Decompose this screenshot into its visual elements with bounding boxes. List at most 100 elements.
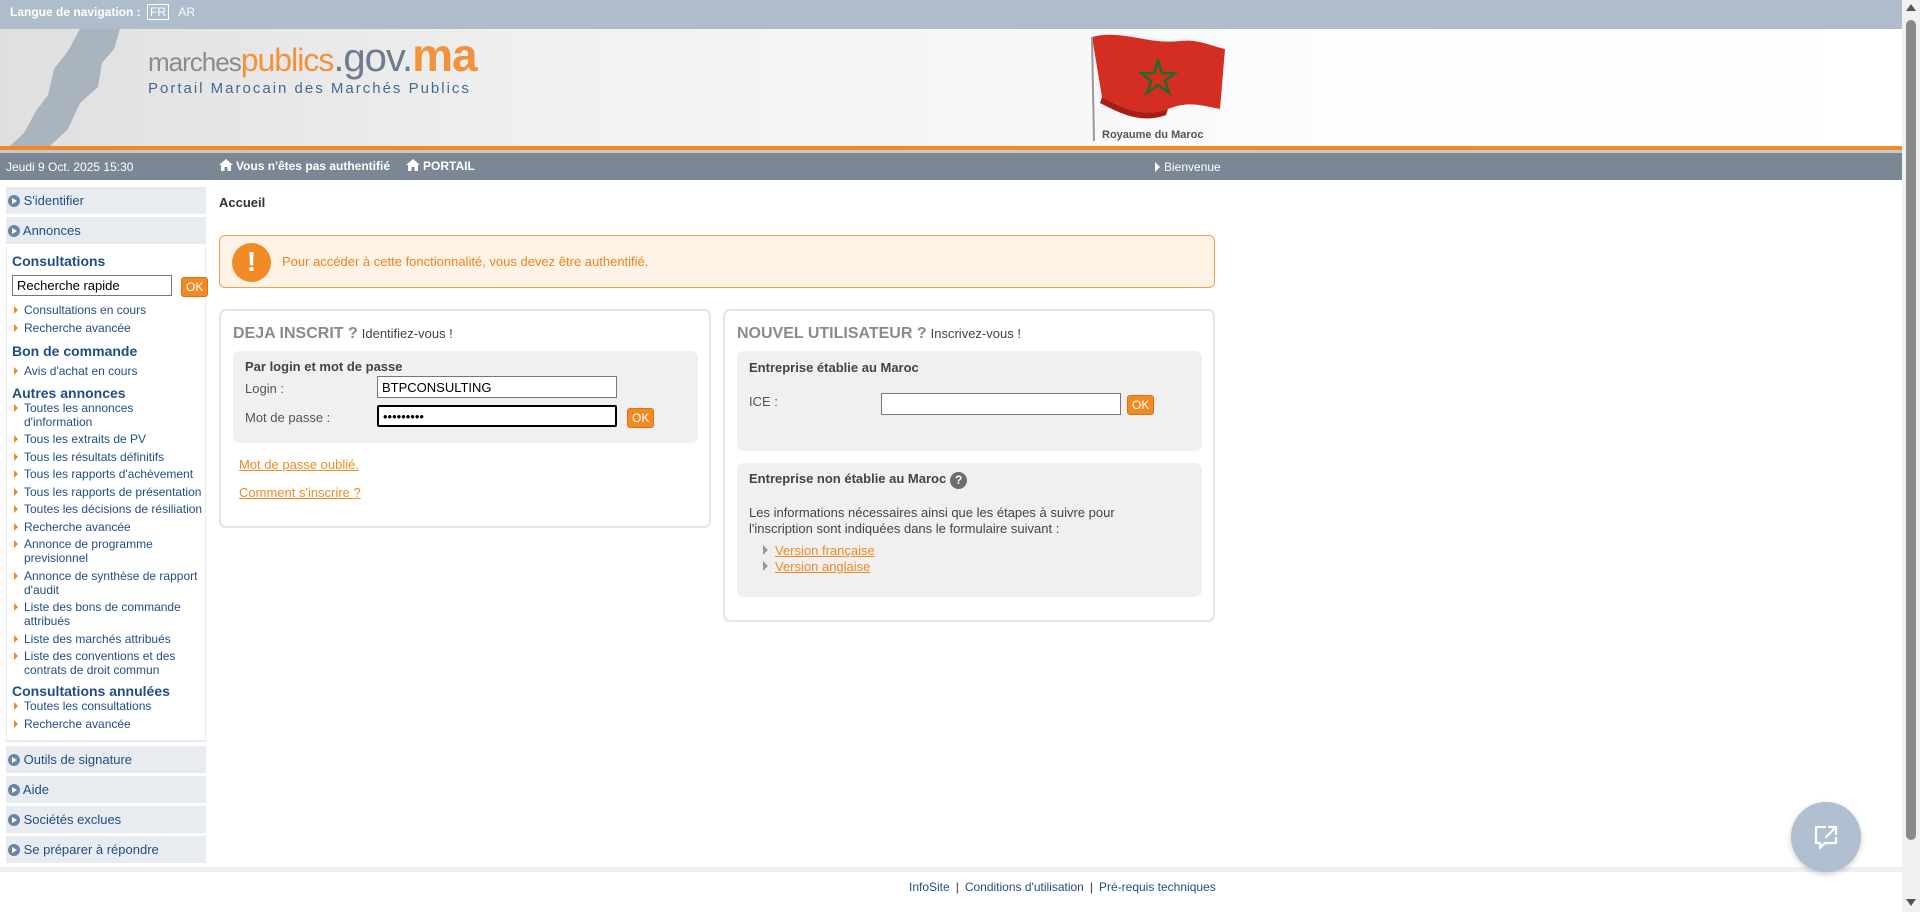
register-box: NOUVEL UTILISATEUR ? Inscrivez-vous ! Ent…	[723, 309, 1215, 622]
bon-de-commande-heading: Bon de commande	[12, 342, 138, 359]
maroc-registration-section: Entreprise établie au Maroc ICE : OK	[737, 351, 1202, 451]
sidebar-link[interactable]: Liste des conventions et des contrats de…	[12, 649, 177, 677]
consultations-heading: Consultations	[12, 253, 106, 269]
arrow-circle-icon	[8, 844, 20, 856]
sidebar-link[interactable]: Toutes les annonces d'information	[12, 401, 205, 429]
ice-ok-button[interactable]: OK	[1127, 395, 1155, 415]
morocco-map-icon	[10, 29, 120, 146]
quick-search-ok-button[interactable]: OK	[181, 277, 209, 297]
footer-infosite-link[interactable]: InfoSite	[909, 880, 950, 894]
sidebar-item-annonces[interactable]: Annonces	[6, 217, 206, 244]
register-box-title: NOUVEL UTILISATEUR ? Inscrivez-vous !	[737, 325, 1021, 343]
triangle-right-icon	[763, 545, 768, 555]
non-maroc-registration-section: Entreprise non établie au Maroc? Les inf…	[737, 463, 1202, 597]
sidebar: S'identifier Annonces Consultations OK C…	[6, 187, 209, 866]
page-scrollbar[interactable]	[1902, 0, 1920, 912]
arrow-circle-icon	[8, 754, 20, 766]
scroll-up-icon[interactable]	[1906, 4, 1916, 11]
triangle-right-icon	[763, 561, 768, 571]
bienvenue-text: Bienvenue	[1164, 160, 1221, 174]
logo-publics-text: publics	[240, 42, 335, 78]
sidebar-link[interactable]: Recherche avancée	[12, 520, 205, 534]
login-title: DEJA INSCRIT ?	[233, 325, 358, 342]
lang-fr-link[interactable]: FR	[147, 4, 170, 20]
sidebar-item-outils[interactable]: Outils de signature	[6, 746, 206, 773]
language-label: Langue de navigation :	[10, 5, 141, 19]
sidebar-link[interactable]: Recherche avancée	[12, 321, 205, 335]
sidebar-link[interactable]: Liste des marchés attribués	[12, 632, 205, 646]
arrow-circle-icon	[8, 814, 20, 826]
login-label: Login :	[245, 381, 285, 396]
bienvenue-label: Bienvenue	[1155, 160, 1221, 174]
how-to-register-link[interactable]: Comment s'inscrire ?	[239, 485, 361, 500]
sidebar-item-label: Aide	[22, 782, 49, 797]
consultations-annulees-heading: Consultations annulées	[12, 683, 170, 699]
sidebar-item-label: Outils de signature	[23, 752, 133, 767]
status-bar: Jeudi 9 Oct. 2025 15:30 Vous n'êtes pas …	[0, 153, 1902, 180]
version-francaise-link[interactable]: Version française	[775, 543, 875, 558]
maroc-section-heading: Entreprise établie au Maroc	[749, 360, 919, 375]
triangle-right-icon	[1155, 162, 1160, 172]
warning-icon: !	[232, 243, 271, 282]
scrollbar-thumb[interactable]	[1906, 20, 1916, 840]
sidebar-item-label: Annonces	[22, 223, 81, 238]
sidebar-link[interactable]: Tous les résultats définitifs	[12, 450, 205, 464]
footer-links: InfoSite | Conditions d'utilisation | Pré-re…	[909, 880, 1216, 894]
quick-search-input[interactable]	[12, 275, 172, 296]
login-form-heading: Par login et mot de passe	[245, 359, 403, 374]
share-fab-button[interactable]	[1791, 802, 1861, 872]
password-input[interactable]	[377, 405, 617, 427]
lang-ar-link[interactable]: AR	[178, 5, 195, 19]
sidebar-item-preparer[interactable]: Se préparer à répondre	[6, 836, 206, 863]
ice-input[interactable]	[881, 393, 1121, 415]
help-icon[interactable]: ?	[950, 472, 968, 489]
breadcrumb: Accueil	[219, 195, 266, 210]
home-icon	[219, 159, 233, 171]
sidebar-link[interactable]: Consultations en cours	[12, 303, 205, 317]
logo-ma-text: ma	[412, 29, 477, 81]
current-date: Jeudi 9 Oct. 2025 15:30	[6, 160, 134, 174]
sidebar-item-aide[interactable]: Aide	[6, 776, 206, 803]
sidebar-item-label: Se préparer à répondre	[23, 842, 159, 857]
site-logo[interactable]: marchespublics.gov.ma Portail Marocain d…	[148, 29, 478, 97]
footer-prerequis-link[interactable]: Pré-requis techniques	[1099, 880, 1216, 894]
login-box: DEJA INSCRIT ? Identifiez-vous ! Par logi…	[219, 309, 711, 528]
ice-label: ICE :	[749, 394, 778, 409]
sidebar-link[interactable]: Tous les rapports d'achèvement	[12, 467, 205, 481]
sidebar-link[interactable]: Annonce de programme previsionnel	[12, 537, 172, 565]
login-input[interactable]	[377, 376, 617, 398]
non-maroc-section-heading: Entreprise non établie au Maroc?	[749, 471, 968, 489]
password-label: Mot de passe :	[245, 410, 331, 425]
sidebar-link[interactable]: Tous les extraits de PV	[12, 432, 205, 446]
sidebar-link[interactable]: Toutes les consultations	[12, 699, 205, 713]
portail-link[interactable]: PORTAIL	[406, 159, 475, 173]
sidebar-link[interactable]: Recherche avancée	[12, 717, 205, 731]
sidebar-item-label: Sociétés exclues	[23, 812, 122, 827]
footer-conditions-link[interactable]: Conditions d'utilisation	[965, 880, 1084, 894]
version-anglaise-link[interactable]: Version anglaise	[775, 559, 870, 574]
autres-annonces-heading: Autres annonces	[12, 384, 126, 401]
portail-text: PORTAIL	[423, 159, 475, 173]
sidebar-item-societes[interactable]: Sociétés exclues	[6, 806, 206, 833]
sidebar-link[interactable]: Tous les rapports de présentation	[12, 485, 205, 499]
arrow-circle-icon	[8, 784, 20, 796]
auth-status-text: Vous n'êtes pas authentifié	[236, 159, 390, 173]
morocco-flag-icon	[1091, 34, 1225, 141]
sidebar-link[interactable]: Annonce de synthèse de rapport d'audit	[12, 569, 202, 597]
home-icon	[406, 159, 420, 171]
registration-info-text: Les informations nécessaires ainsi que l…	[749, 505, 1115, 536]
sidebar-item-sidentifier[interactable]: S'identifier	[6, 187, 206, 214]
language-bar: Langue de navigation : FR AR	[0, 0, 1902, 29]
register-title: NOUVEL UTILISATEUR ?	[737, 325, 927, 342]
sidebar-link[interactable]: Avis d'achat en cours	[12, 364, 205, 378]
login-subtitle: Identifiez-vous !	[361, 326, 453, 341]
sidebar-item-label: S'identifier	[23, 193, 84, 208]
login-ok-button[interactable]: OK	[627, 408, 655, 428]
register-subtitle: Inscrivez-vous !	[930, 326, 1021, 341]
header-banner: marchespublics.gov.ma Portail Marocain d…	[0, 29, 1902, 146]
forgot-password-link[interactable]: Mot de passe oublié.	[239, 457, 359, 472]
scroll-down-icon[interactable]	[1906, 899, 1916, 906]
sidebar-link[interactable]: Toutes les décisions de résiliation	[12, 502, 205, 516]
non-maroc-heading-text: Entreprise non établie au Maroc	[749, 471, 947, 486]
sidebar-link[interactable]: Liste des bons de commande attribués	[12, 600, 187, 628]
